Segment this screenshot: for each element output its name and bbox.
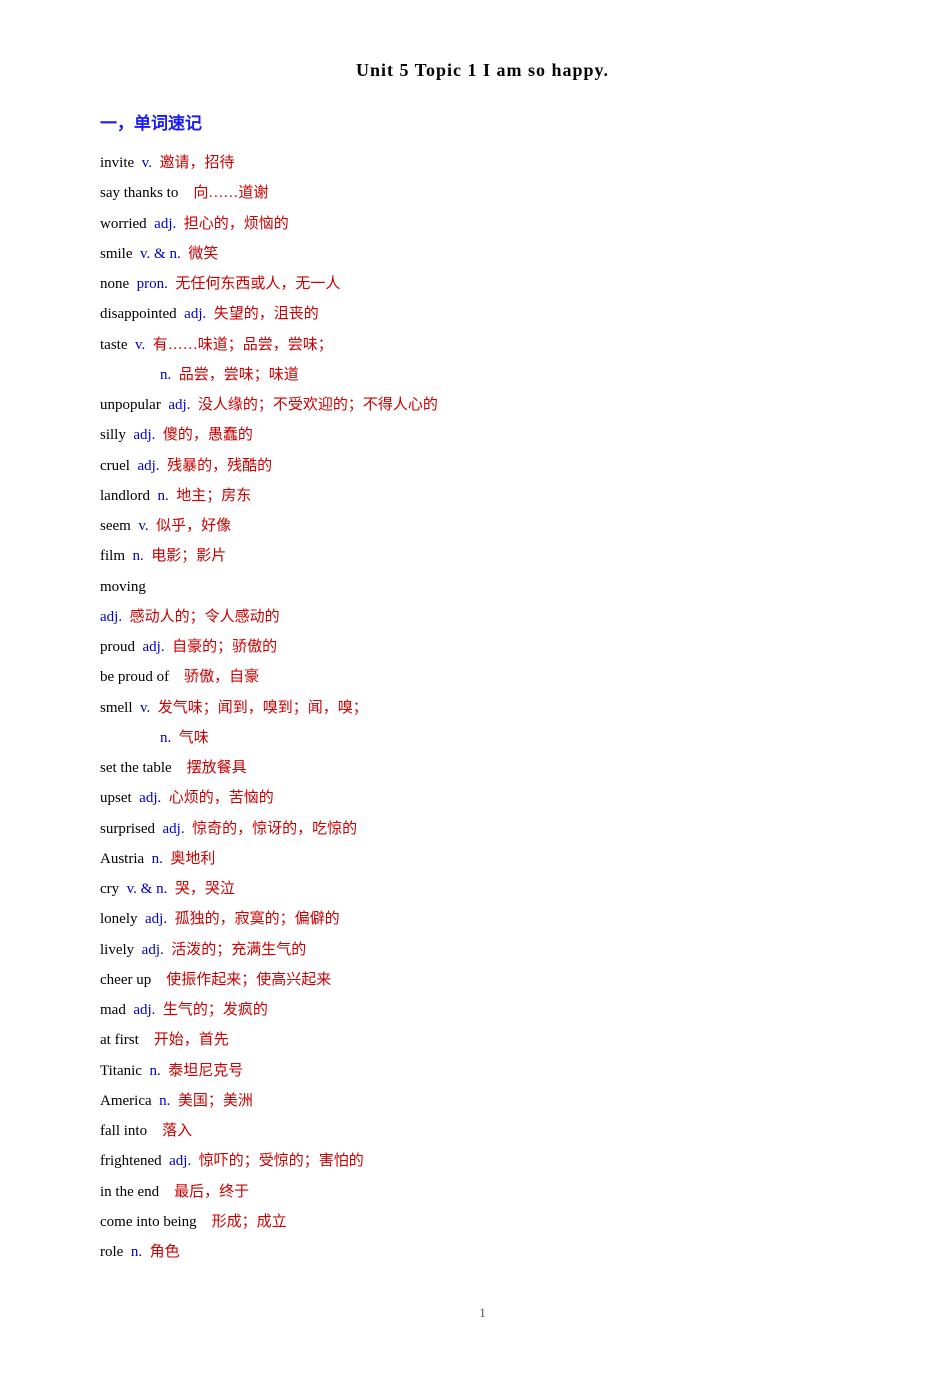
list-item: Titanic n. 泰坦尼克号 [100, 1058, 865, 1084]
list-item: smile v. & n. 微笑 [100, 241, 865, 267]
list-item: cheer up 使振作起来；使高兴起来 [100, 967, 865, 993]
list-item: mad adj. 生气的；发疯的 [100, 997, 865, 1023]
list-item: disappointed adj. 失望的，沮丧的 [100, 301, 865, 327]
list-item: n. 品尝，尝味；味道 [100, 362, 865, 388]
section-heading: 一，单词速记 [100, 109, 865, 134]
list-item: cry v. & n. 哭，哭泣 [100, 876, 865, 902]
list-item: unpopular adj. 没人缘的；不受欢迎的；不得人心的 [100, 392, 865, 418]
list-item: fall into 落入 [100, 1118, 865, 1144]
list-item: in the end 最后，终于 [100, 1179, 865, 1205]
list-item: at first 开始，首先 [100, 1027, 865, 1053]
list-item: proud adj. 自豪的；骄傲的 [100, 634, 865, 660]
list-item: landlord n. 地主；房东 [100, 483, 865, 509]
list-item: seem v. 似乎，好像 [100, 513, 865, 539]
list-item: worried adj. 担心的，烦恼的 [100, 211, 865, 237]
list-item: n. 气味 [100, 725, 865, 751]
list-item: adj. 感动人的；令人感动的 [100, 604, 865, 630]
page-number: 1 [100, 1305, 865, 1321]
list-item: set the table 摆放餐具 [100, 755, 865, 781]
list-item: come into being 形成；成立 [100, 1209, 865, 1235]
list-item: lively adj. 活泼的；充满生气的 [100, 937, 865, 963]
list-item: America n. 美国；美洲 [100, 1088, 865, 1114]
list-item: lonely adj. 孤独的，寂寞的；偏僻的 [100, 906, 865, 932]
list-item: film n. 电影；影片 [100, 543, 865, 569]
list-item: be proud of 骄傲，自豪 [100, 664, 865, 690]
list-item: moving [100, 574, 865, 600]
list-item: say thanks to 向……道谢 [100, 180, 865, 206]
list-item: smell v. 发气味；闻到，嗅到；闻，嗅； [100, 695, 865, 721]
list-item: silly adj. 傻的，愚蠢的 [100, 422, 865, 448]
list-item: taste v. 有……味道；品尝，尝味； [100, 332, 865, 358]
list-item: cruel adj. 残暴的，残酷的 [100, 453, 865, 479]
list-item: surprised adj. 惊奇的，惊讶的，吃惊的 [100, 816, 865, 842]
list-item: invite v. 邀请，招待 [100, 150, 865, 176]
list-item: frightened adj. 惊吓的；受惊的；害怕的 [100, 1148, 865, 1174]
word-list: invite v. 邀请，招待 say thanks to 向……道谢 worrie… [100, 150, 865, 1265]
page-title: Unit 5 Topic 1 I am so happy. [100, 60, 865, 81]
list-item: role n. 角色 [100, 1239, 865, 1265]
list-item: none pron. 无任何东西或人，无一人 [100, 271, 865, 297]
list-item: Austria n. 奥地利 [100, 846, 865, 872]
list-item: upset adj. 心烦的，苦恼的 [100, 785, 865, 811]
